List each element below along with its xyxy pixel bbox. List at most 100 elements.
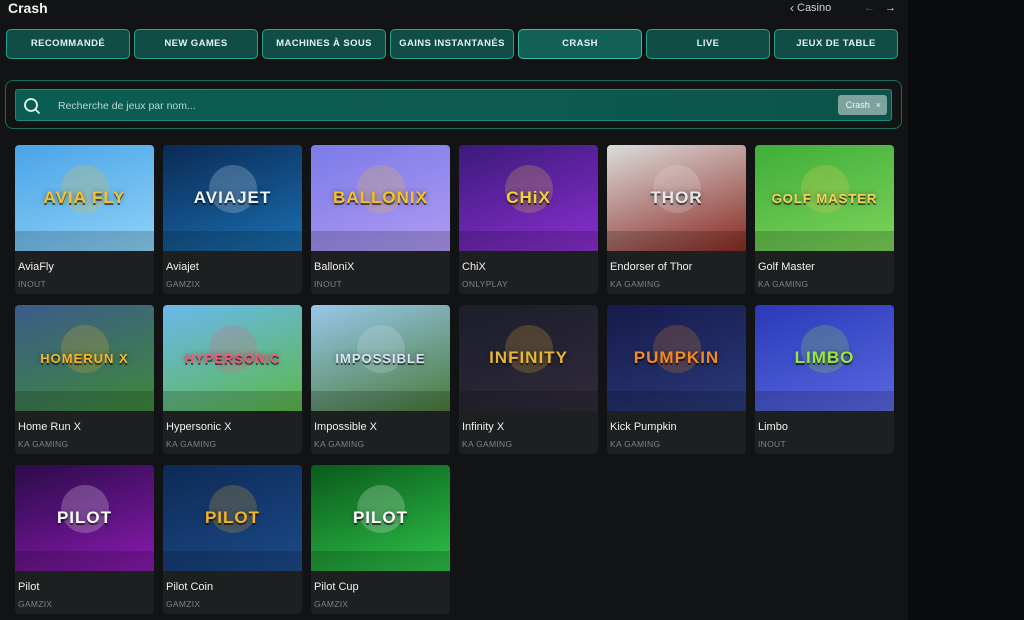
game-title[interactable]: Pilot Coin bbox=[163, 571, 302, 599]
game-card-endorser-of-thor[interactable]: THOR Endorser of Thor KA GAMING bbox=[607, 145, 746, 294]
game-provider: GAMZIX bbox=[18, 599, 53, 609]
page-header: Crash ‹ Casino ← → bbox=[0, 0, 908, 26]
filter-chip-label: Crash bbox=[845, 100, 870, 110]
game-provider: INOUT bbox=[18, 279, 46, 289]
arrow-right-icon[interactable]: → bbox=[885, 2, 896, 14]
game-title[interactable]: Pilot bbox=[15, 571, 154, 599]
tab-recommand[interactable]: RECOMMANDÉ bbox=[6, 29, 130, 59]
tab-new-games[interactable]: NEW GAMES bbox=[134, 29, 258, 59]
game-thumbnail[interactable]: IMPOSSIBLE bbox=[311, 305, 450, 411]
game-title[interactable]: AviaFly bbox=[15, 251, 154, 279]
game-logo: IMPOSSIBLE bbox=[335, 350, 426, 366]
game-thumbnail[interactable]: CHiX bbox=[459, 145, 598, 251]
arrow-left-icon[interactable]: ← bbox=[864, 2, 875, 14]
carousel-arrows: ← → bbox=[864, 2, 896, 14]
games-grid: AVIA FLY AviaFly INOUT AVIAJET Aviajet GAMZIX… bbox=[15, 145, 894, 614]
game-logo: BALLONIX bbox=[333, 188, 428, 207]
game-thumbnail[interactable]: GOLF MASTER bbox=[755, 145, 894, 251]
game-provider: KA GAMING bbox=[610, 439, 661, 449]
game-provider: GAMZIX bbox=[166, 279, 201, 289]
game-logo: AVIAJET bbox=[193, 188, 272, 207]
game-logo: PUMPKIN bbox=[633, 348, 720, 367]
game-provider: GAMZIX bbox=[166, 599, 201, 609]
game-provider: KA GAMING bbox=[18, 439, 69, 449]
game-title[interactable]: Hypersonic X bbox=[163, 411, 302, 439]
game-logo: AVIA FLY bbox=[43, 188, 126, 207]
search-input[interactable] bbox=[58, 96, 658, 116]
tab-machines-sous[interactable]: MACHINES À SOUS bbox=[262, 29, 386, 59]
game-card-infinity-x[interactable]: INFINITY Infinity X KA GAMING bbox=[459, 305, 598, 454]
search-panel: Crash × bbox=[5, 80, 902, 129]
breadcrumb-back-link[interactable]: ‹ Casino bbox=[790, 1, 831, 15]
game-provider: KA GAMING bbox=[462, 439, 513, 449]
game-thumbnail[interactable]: HOMERUN X bbox=[15, 305, 154, 411]
game-logo: PILOT bbox=[56, 508, 113, 527]
chevron-left-icon: ‹ bbox=[790, 1, 794, 15]
breadcrumb-label: Casino bbox=[797, 2, 832, 14]
game-thumbnail[interactable]: AVIAJET bbox=[163, 145, 302, 251]
game-logo: THOR bbox=[650, 188, 703, 207]
game-title[interactable]: Infinity X bbox=[459, 411, 598, 439]
game-thumbnail[interactable]: THOR bbox=[607, 145, 746, 251]
game-card-hypersonic-x[interactable]: HYPERSONIC Hypersonic X KA GAMING bbox=[163, 305, 302, 454]
game-thumbnail[interactable]: PILOT bbox=[163, 465, 302, 571]
game-logo: GOLF MASTER bbox=[771, 190, 878, 206]
tab-live[interactable]: LIVE bbox=[646, 29, 770, 59]
game-card-golf-master[interactable]: GOLF MASTER Golf Master KA GAMING bbox=[755, 145, 894, 294]
game-thumbnail[interactable]: PUMPKIN bbox=[607, 305, 746, 411]
search-bar: Crash × bbox=[15, 89, 892, 121]
game-card-pilot[interactable]: PILOT Pilot GAMZIX bbox=[15, 465, 154, 614]
game-thumbnail[interactable]: PILOT bbox=[311, 465, 450, 571]
tab-crash[interactable]: CRASH bbox=[518, 29, 642, 59]
game-title[interactable]: Endorser of Thor bbox=[607, 251, 746, 279]
game-title[interactable]: Pilot Cup bbox=[311, 571, 450, 599]
game-title[interactable]: BalloniX bbox=[311, 251, 450, 279]
search-icon bbox=[24, 98, 40, 114]
game-card-chix[interactable]: CHiX ChiX ONLYPLAY bbox=[459, 145, 598, 294]
game-title[interactable]: Aviajet bbox=[163, 251, 302, 279]
game-title[interactable]: Home Run X bbox=[15, 411, 154, 439]
game-thumbnail[interactable]: INFINITY bbox=[459, 305, 598, 411]
game-provider: KA GAMING bbox=[758, 279, 809, 289]
tab-gains-instantan-s[interactable]: GAINS INSTANTANÉS bbox=[390, 29, 514, 59]
game-title[interactable]: Golf Master bbox=[755, 251, 894, 279]
game-card-impossible-x[interactable]: IMPOSSIBLE Impossible X KA GAMING bbox=[311, 305, 450, 454]
game-provider: ONLYPLAY bbox=[462, 279, 509, 289]
game-card-aviafly[interactable]: AVIA FLY AviaFly INOUT bbox=[15, 145, 154, 294]
game-card-home-run-x[interactable]: HOMERUN X Home Run X KA GAMING bbox=[15, 305, 154, 454]
game-logo: CHiX bbox=[506, 188, 551, 207]
tab-jeux-de-table[interactable]: JEUX DE TABLE bbox=[774, 29, 898, 59]
game-logo: PILOT bbox=[352, 508, 409, 527]
game-thumbnail[interactable]: AVIA FLY bbox=[15, 145, 154, 251]
right-gutter bbox=[908, 0, 1024, 620]
game-card-pilot-coin[interactable]: PILOT Pilot Coin GAMZIX bbox=[163, 465, 302, 614]
game-title[interactable]: Kick Pumpkin bbox=[607, 411, 746, 439]
game-title[interactable]: Limbo bbox=[755, 411, 894, 439]
category-tabs: RECOMMANDÉ NEW GAMES MACHINES À SOUS GAINS … bbox=[6, 29, 898, 59]
game-provider: INOUT bbox=[314, 279, 342, 289]
game-thumbnail[interactable]: HYPERSONIC bbox=[163, 305, 302, 411]
game-logo: LIMBO bbox=[794, 348, 855, 367]
game-card-kick-pumpkin[interactable]: PUMPKIN Kick Pumpkin KA GAMING bbox=[607, 305, 746, 454]
game-card-limbo[interactable]: LIMBO Limbo INOUT bbox=[755, 305, 894, 454]
game-title[interactable]: Impossible X bbox=[311, 411, 450, 439]
close-icon[interactable]: × bbox=[876, 100, 881, 110]
game-provider: KA GAMING bbox=[610, 279, 661, 289]
game-provider: INOUT bbox=[758, 439, 786, 449]
game-thumbnail[interactable]: PILOT bbox=[15, 465, 154, 571]
game-title[interactable]: ChiX bbox=[459, 251, 598, 279]
game-provider: KA GAMING bbox=[314, 439, 365, 449]
game-card-pilot-cup[interactable]: PILOT Pilot Cup GAMZIX bbox=[311, 465, 450, 614]
page-title: Crash bbox=[8, 0, 48, 16]
filter-chip-crash[interactable]: Crash × bbox=[837, 95, 887, 115]
game-logo: PILOT bbox=[204, 508, 261, 527]
game-thumbnail[interactable]: BALLONIX bbox=[311, 145, 450, 251]
game-logo: HYPERSONIC bbox=[184, 350, 281, 366]
game-provider: KA GAMING bbox=[166, 439, 217, 449]
game-card-aviajet[interactable]: AVIAJET Aviajet GAMZIX bbox=[163, 145, 302, 294]
game-thumbnail[interactable]: LIMBO bbox=[755, 305, 894, 411]
game-logo: HOMERUN X bbox=[40, 350, 129, 366]
game-card-ballonix[interactable]: BALLONIX BalloniX INOUT bbox=[311, 145, 450, 294]
game-provider: GAMZIX bbox=[314, 599, 349, 609]
game-logo: INFINITY bbox=[489, 348, 568, 367]
